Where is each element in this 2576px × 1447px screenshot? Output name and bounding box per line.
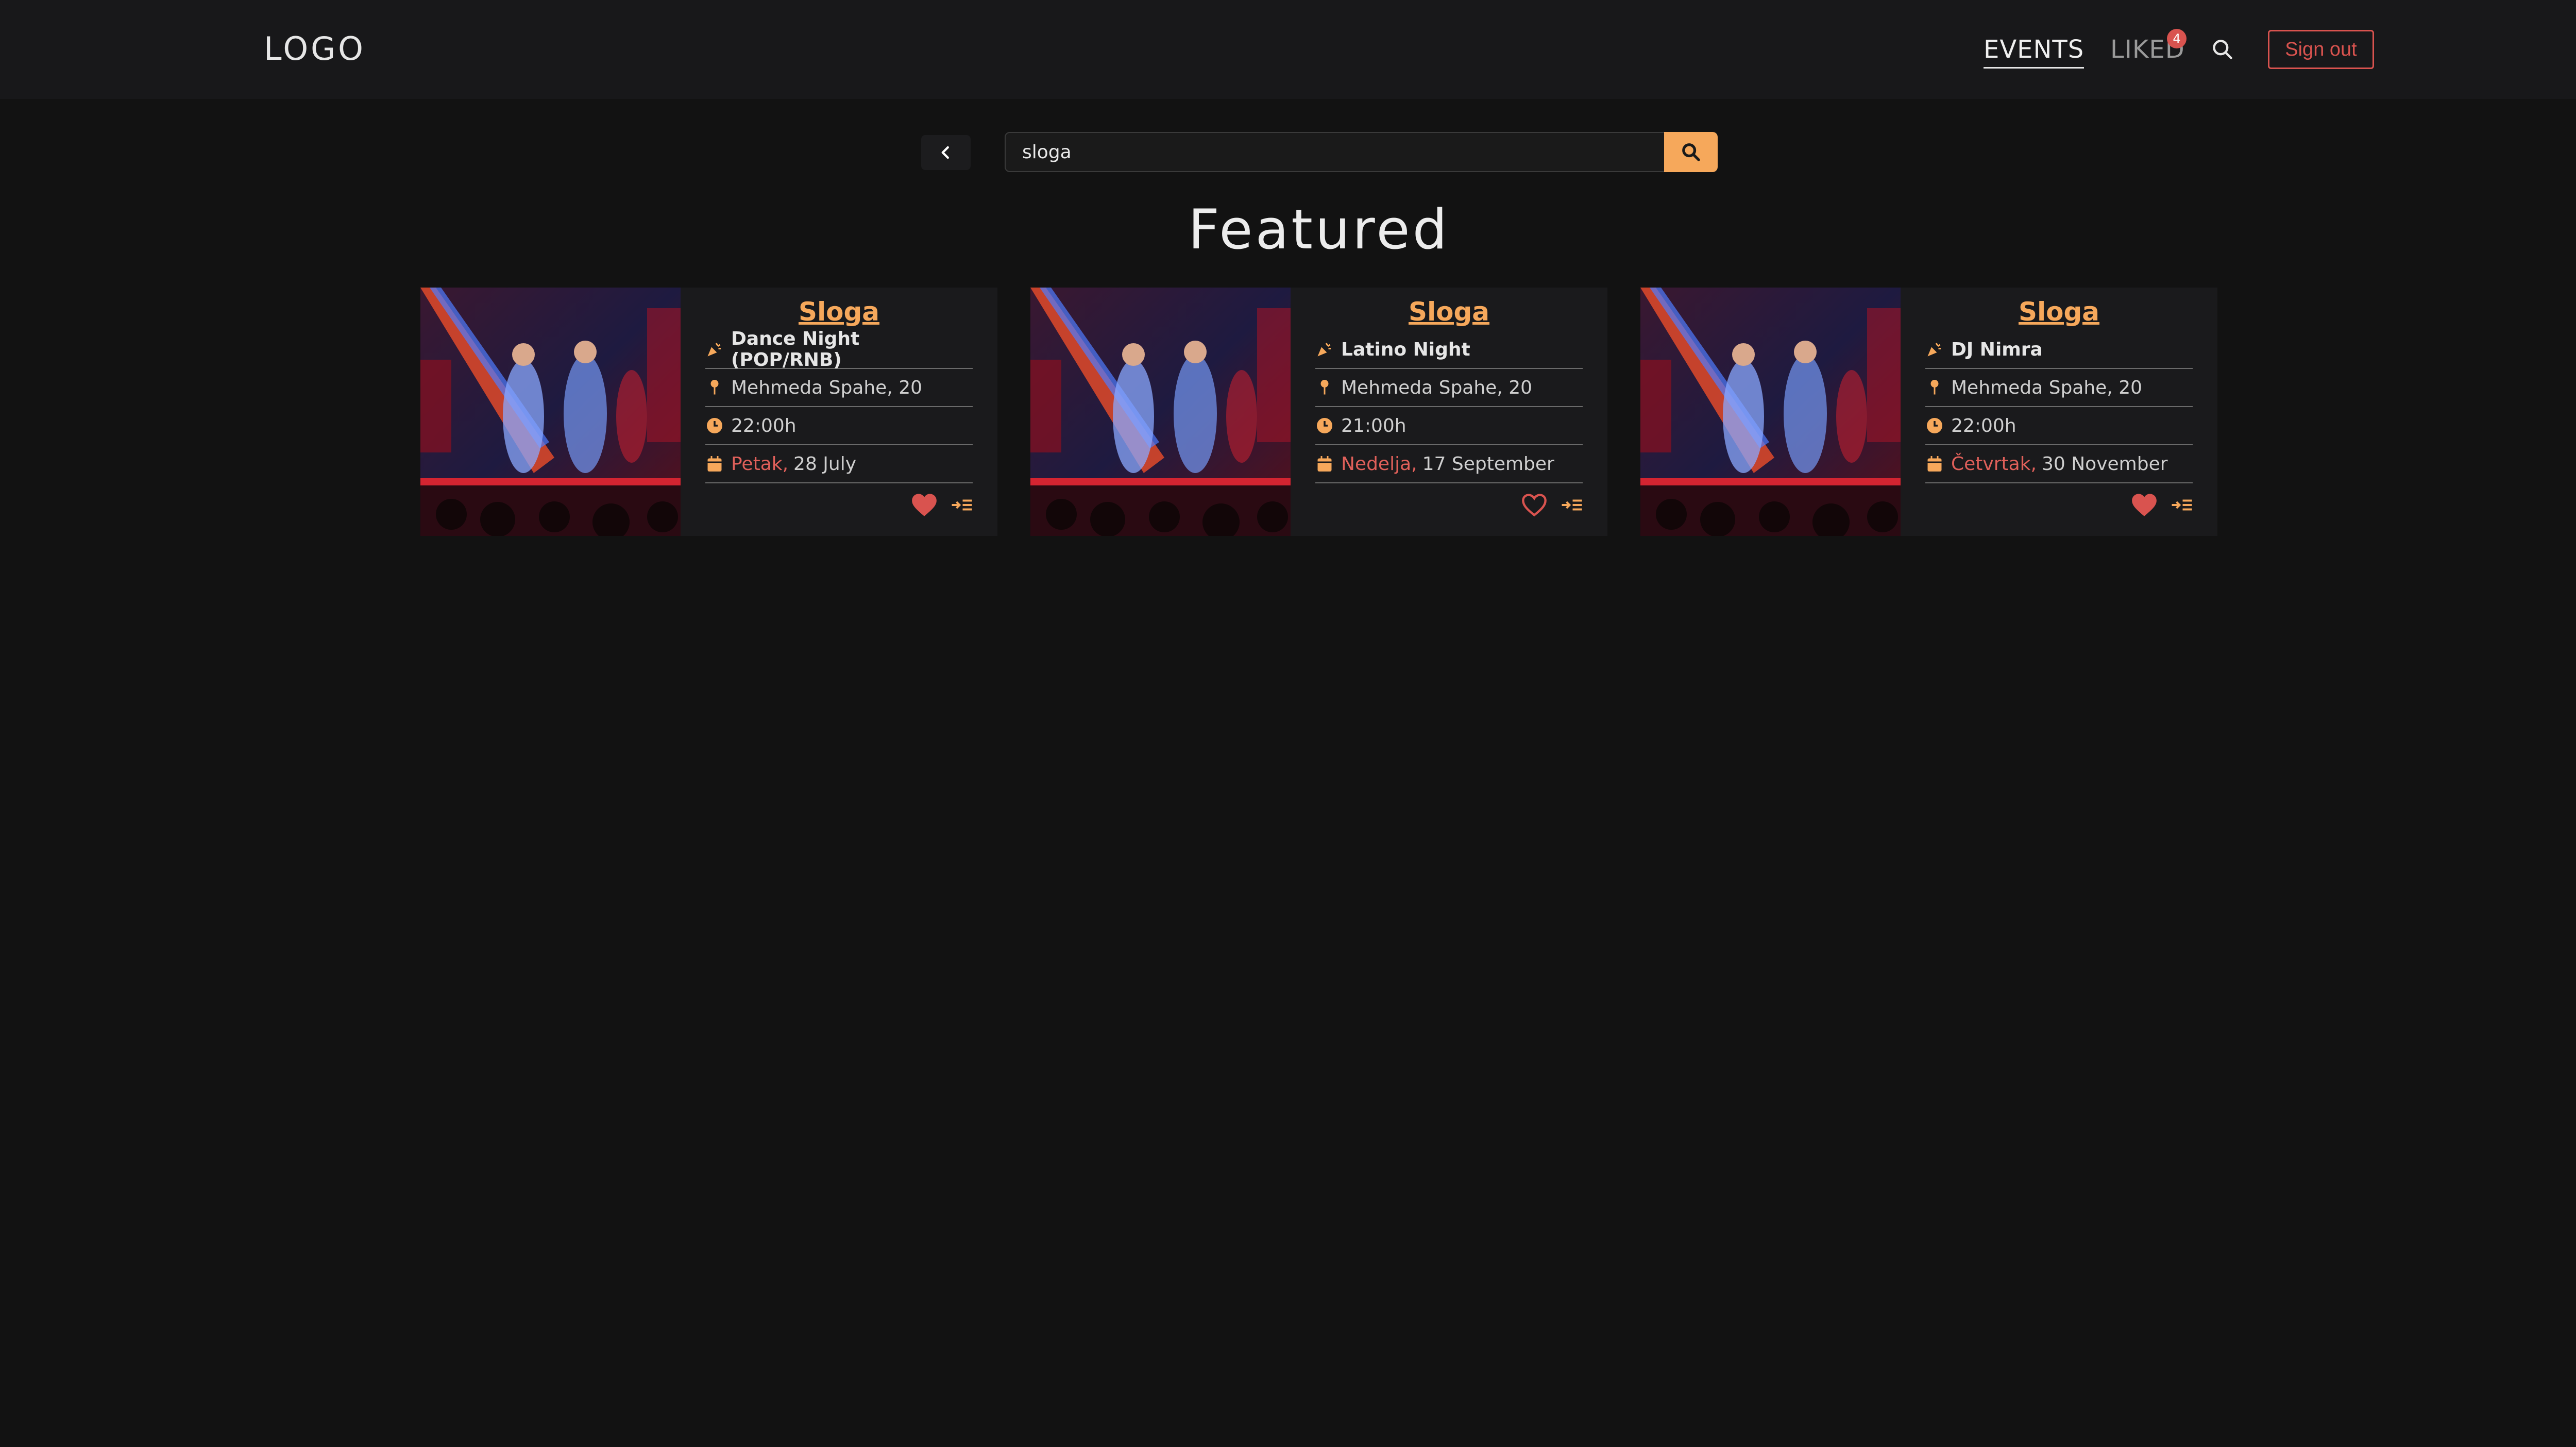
- logo[interactable]: LOGO: [264, 30, 366, 68]
- address-row: Mehmeda Spahe, 20: [705, 369, 973, 407]
- event-card[interactable]: Sloga DJ Nimra Mehmeda Spahe, 20 22:00h …: [1640, 288, 2217, 536]
- time-row: 22:00h: [1925, 407, 2193, 445]
- search-icon[interactable]: [2211, 38, 2234, 61]
- event-name-row: Dance Night (POP/RNB): [705, 328, 973, 371]
- location-pin-icon: [1930, 380, 1939, 395]
- calendar-icon: [1927, 456, 1942, 472]
- event-weekday: Nedelja,: [1341, 453, 1417, 475]
- event-name: DJ Nimra: [1951, 339, 2043, 360]
- page-title: Featured: [1188, 198, 1450, 261]
- event-date: 28 July: [793, 453, 857, 475]
- event-name: Dance Night (POP/RNB): [731, 328, 860, 371]
- event-address: Mehmeda Spahe, 20: [1341, 377, 1533, 398]
- event-date: 17 September: [1422, 453, 1554, 475]
- heart-filled-icon[interactable]: [911, 493, 938, 517]
- party-popper-icon: [707, 343, 721, 357]
- event-weekday: Petak,: [731, 453, 789, 475]
- party-popper-icon: [1317, 343, 1331, 357]
- search-input[interactable]: [1005, 132, 1665, 172]
- event-image[interactable]: [420, 288, 681, 536]
- venue-title-link[interactable]: Sloga: [1315, 297, 1583, 331]
- time-row: 22:00h: [705, 407, 973, 445]
- location-pin-icon: [1320, 380, 1329, 395]
- search-icon: [1682, 143, 1700, 161]
- add-to-list-icon[interactable]: [2171, 497, 2193, 513]
- venue-title-link[interactable]: Sloga: [705, 297, 973, 331]
- date-row: Četvrtak, 30 November: [1925, 445, 2193, 483]
- event-image[interactable]: [1030, 288, 1291, 536]
- event-name: Latino Night: [1341, 339, 1470, 360]
- event-time: 22:00h: [731, 415, 796, 436]
- nav-events-link[interactable]: EVENTS: [1984, 35, 2084, 69]
- party-popper-icon: [1927, 343, 1941, 357]
- event-date: 30 November: [2041, 453, 2168, 475]
- chevron-left-icon: [941, 146, 949, 159]
- search-submit-button[interactable]: [1664, 132, 1718, 172]
- event-time: 22:00h: [1951, 415, 2016, 436]
- event-card[interactable]: Sloga Latino Night Mehmeda Spahe, 20 21:…: [1030, 288, 1607, 536]
- time-row: 21:00h: [1315, 407, 1583, 445]
- back-button[interactable]: [921, 135, 971, 170]
- clock-icon: [707, 418, 722, 433]
- event-address: Mehmeda Spahe, 20: [731, 377, 923, 398]
- address-row: Mehmeda Spahe, 20: [1925, 369, 2193, 407]
- address-row: Mehmeda Spahe, 20: [1315, 369, 1583, 407]
- add-to-list-icon[interactable]: [1561, 497, 1583, 513]
- event-weekday: Četvrtak,: [1951, 453, 2037, 475]
- top-navbar: LOGO EVENTS LIKED 4 Sign out: [0, 0, 2576, 99]
- clock-icon: [1927, 418, 1942, 433]
- event-time: 21:00h: [1341, 415, 1406, 436]
- event-address: Mehmeda Spahe, 20: [1951, 377, 2143, 398]
- event-name-row: DJ Nimra: [1925, 331, 2193, 369]
- date-row: Petak, 28 July: [705, 445, 973, 483]
- sign-out-button[interactable]: Sign out: [2268, 30, 2374, 69]
- calendar-icon: [1317, 456, 1332, 472]
- event-image[interactable]: [1640, 288, 1901, 536]
- heart-filled-icon[interactable]: [2131, 493, 2158, 517]
- heart-outline-icon[interactable]: [1521, 493, 1548, 517]
- date-row: Nedelja, 17 September: [1315, 445, 1583, 483]
- venue-title-link[interactable]: Sloga: [1925, 297, 2193, 331]
- add-to-list-icon[interactable]: [951, 497, 973, 513]
- clock-icon: [1317, 418, 1332, 433]
- liked-count-badge: 4: [2167, 29, 2187, 48]
- event-card[interactable]: Sloga Dance Night (POP/RNB) Mehmeda Spah…: [420, 288, 997, 536]
- event-name-row: Latino Night: [1315, 331, 1583, 369]
- location-pin-icon: [710, 380, 719, 395]
- calendar-icon: [707, 456, 722, 472]
